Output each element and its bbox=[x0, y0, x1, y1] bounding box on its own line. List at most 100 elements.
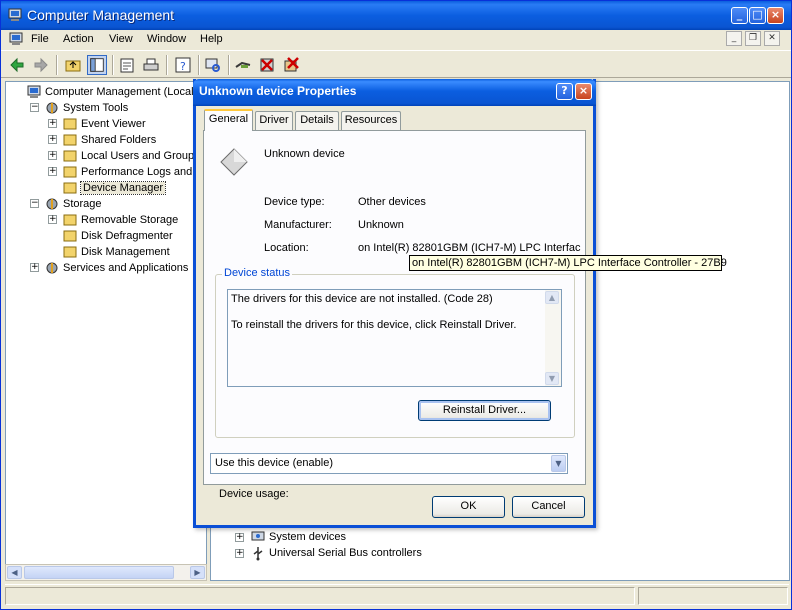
tree-item[interactable]: Device Manager bbox=[62, 180, 167, 196]
maximize-button[interactable]: □ bbox=[749, 7, 766, 24]
tree-item-label: Shared Folders bbox=[81, 134, 157, 146]
status-line-1: The drivers for this device are not inst… bbox=[231, 293, 493, 305]
menu-view[interactable]: View bbox=[109, 33, 133, 45]
tree-expander[interactable]: + bbox=[48, 167, 57, 176]
dialog-title-bar: Unknown device Properties ? × bbox=[193, 79, 596, 106]
general-tab-panel: Unknown device Device type: Other device… bbox=[203, 130, 586, 500]
tree-expander[interactable]: + bbox=[48, 119, 57, 128]
tree-item[interactable]: System Tools bbox=[44, 100, 128, 116]
scroll-down-arrow-icon[interactable]: ▼ bbox=[545, 372, 559, 385]
unknown-device-icon bbox=[220, 148, 248, 176]
tree-item[interactable]: Event Viewer bbox=[62, 116, 146, 132]
tree-item-label: Event Viewer bbox=[81, 118, 146, 130]
mdi-child-icon[interactable] bbox=[8, 31, 24, 47]
reinstall-driver-button[interactable]: Reinstall Driver... bbox=[418, 400, 551, 421]
tree-item[interactable]: Computer Management (Local) bbox=[26, 84, 197, 100]
tree-expander[interactable]: − bbox=[30, 103, 39, 112]
help-icon[interactable]: ? bbox=[173, 55, 193, 75]
snapin-icon bbox=[63, 150, 77, 162]
device-name: Unknown device bbox=[264, 148, 345, 160]
device-item-usb-controllers[interactable]: Universal Serial Bus controllers bbox=[269, 545, 422, 561]
back-arrow-icon[interactable] bbox=[7, 55, 27, 75]
tab-general[interactable]: General bbox=[204, 109, 253, 131]
tree-item[interactable]: Services and Applications bbox=[44, 260, 188, 276]
location-value: on Intel(R) 82801GBM (ICH7-M) LPC Interf… bbox=[358, 242, 581, 254]
snapin-icon bbox=[63, 118, 77, 130]
properties-dialog: Unknown device Properties ? × General Dr… bbox=[193, 79, 596, 528]
status-vertical-scrollbar[interactable]: ▲ ▼ bbox=[545, 290, 561, 386]
expand-system-devices[interactable]: + bbox=[235, 533, 244, 542]
device-usage-value: Use this device (enable) bbox=[215, 457, 334, 469]
tree-item-label: Computer Management (Local) bbox=[45, 86, 198, 98]
location-tooltip: on Intel(R) 82801GBM (ICH7-M) LPC Interf… bbox=[409, 255, 727, 271]
mdi-minimize-button[interactable]: _ bbox=[726, 31, 742, 46]
tree-item[interactable]: Disk Defragmenter bbox=[62, 228, 173, 244]
menu-file[interactable]: File bbox=[31, 33, 49, 45]
device-status-heading: Device status bbox=[222, 267, 293, 279]
window-title: Computer Management bbox=[27, 7, 175, 23]
tree-item[interactable]: Local Users and Groups bbox=[62, 148, 200, 164]
tree-expander[interactable]: + bbox=[48, 135, 57, 144]
tree-item-label: Local Users and Groups bbox=[81, 150, 200, 162]
update-driver-icon[interactable] bbox=[233, 55, 253, 75]
ok-button[interactable]: OK bbox=[432, 496, 505, 518]
svg-text:?: ? bbox=[180, 60, 186, 73]
status-cell-2 bbox=[638, 587, 788, 605]
tree-expander[interactable]: − bbox=[30, 199, 39, 208]
tree-item[interactable]: Removable Storage bbox=[62, 212, 178, 228]
dialog-title: Unknown device Properties bbox=[199, 84, 357, 98]
dialog-help-button[interactable]: ? bbox=[556, 83, 573, 100]
scroll-left-arrow-icon[interactable]: ◀ bbox=[7, 566, 22, 579]
chevron-down-icon[interactable]: ▼ bbox=[551, 455, 566, 472]
manufacturer-label: Manufacturer: bbox=[264, 219, 332, 231]
tree-item[interactable]: Performance Logs and Alerts bbox=[62, 164, 206, 180]
cancel-button[interactable]: Cancel bbox=[512, 496, 585, 518]
tree-horizontal-scrollbar[interactable]: ◀ ▶ bbox=[5, 564, 207, 581]
device-status-textbox[interactable]: The drivers for this device are not inst… bbox=[227, 289, 562, 387]
snapin-icon bbox=[63, 134, 77, 146]
menu-help[interactable]: Help bbox=[200, 33, 223, 45]
tree-item[interactable]: Storage bbox=[44, 196, 102, 212]
device-usage-select[interactable]: Use this device (enable) ▼ bbox=[210, 453, 568, 474]
tree-item-label: Disk Defragmenter bbox=[81, 230, 173, 242]
scan-hardware-icon[interactable] bbox=[203, 55, 223, 75]
tree-expander[interactable]: + bbox=[30, 263, 39, 272]
tools-icon bbox=[46, 262, 58, 274]
uninstall-device-icon[interactable] bbox=[281, 55, 301, 75]
tree-expander[interactable]: + bbox=[48, 215, 57, 224]
up-folder-icon[interactable] bbox=[63, 55, 83, 75]
location-label: Location: bbox=[264, 242, 309, 254]
scroll-right-arrow-icon[interactable]: ▶ bbox=[190, 566, 205, 579]
status-cell bbox=[5, 587, 635, 605]
dialog-close-button[interactable]: × bbox=[575, 83, 592, 100]
tree-item[interactable]: Disk Management bbox=[62, 244, 170, 260]
show-hide-tree-icon[interactable] bbox=[87, 55, 107, 75]
menu-bar: File Action View Window Help _ ❐ ✕ bbox=[1, 30, 791, 49]
close-button[interactable]: × bbox=[767, 7, 784, 24]
print-icon[interactable] bbox=[141, 55, 161, 75]
device-item-system-devices[interactable]: System devices bbox=[269, 529, 346, 545]
device-usage-label: Device usage: bbox=[219, 488, 289, 500]
properties-icon[interactable] bbox=[117, 55, 137, 75]
menu-window[interactable]: Window bbox=[147, 33, 186, 45]
device-status-group: Device status The drivers for this devic… bbox=[215, 267, 575, 438]
tree-expander[interactable]: + bbox=[48, 151, 57, 160]
menu-action[interactable]: Action bbox=[63, 33, 94, 45]
forward-arrow-icon[interactable] bbox=[31, 55, 51, 75]
mdi-close-button[interactable]: ✕ bbox=[764, 31, 780, 46]
device-type-label: Device type: bbox=[264, 196, 325, 208]
minimize-button[interactable]: _ bbox=[731, 7, 748, 24]
mdi-restore-button[interactable]: ❐ bbox=[745, 31, 761, 46]
snapin-icon bbox=[63, 246, 77, 258]
disable-device-icon[interactable] bbox=[257, 55, 277, 75]
tab-driver[interactable]: Driver bbox=[255, 111, 293, 130]
tree-item[interactable]: Shared Folders bbox=[62, 132, 156, 148]
tree-item-label: Storage bbox=[63, 198, 102, 210]
expand-usb-controllers[interactable]: + bbox=[235, 549, 244, 558]
tab-details[interactable]: Details bbox=[295, 111, 339, 130]
console-tree: Computer Management (Local) − System Tools… bbox=[5, 81, 207, 581]
scroll-up-arrow-icon[interactable]: ▲ bbox=[545, 291, 559, 304]
tab-resources[interactable]: Resources bbox=[341, 111, 401, 130]
scroll-thumb[interactable] bbox=[24, 566, 174, 579]
snapin-icon bbox=[63, 182, 77, 194]
